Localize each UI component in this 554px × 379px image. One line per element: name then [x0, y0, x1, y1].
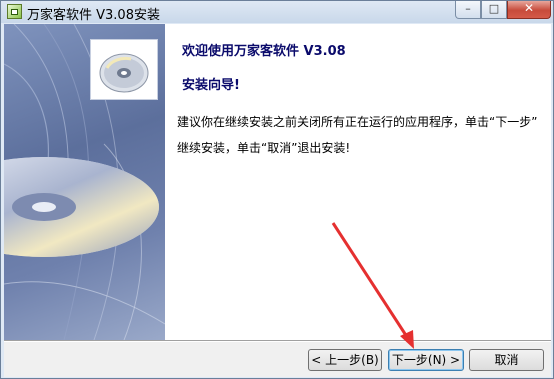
close-icon: ✕ [523, 1, 535, 15]
welcome-title: 欢迎使用万家客软件 V3.08 [182, 44, 346, 59]
title-bar[interactable]: 万家客软件 V3.08安装 – □ ✕ [1, 1, 553, 23]
window-title: 万家客软件 V3.08安装 [27, 8, 160, 23]
close-button[interactable]: ✕ [507, 1, 551, 19]
next-button[interactable]: 下一步(N) > [388, 349, 464, 371]
wizard-side-banner [4, 24, 165, 340]
cd-thumbnail [90, 39, 158, 100]
app-icon [7, 4, 22, 19]
window-controls: – □ ✕ [455, 1, 551, 20]
welcome-subtitle: 安装向导! [182, 78, 240, 93]
banner-separator [165, 24, 167, 340]
installer-window: 万家客软件 V3.08安装 – □ ✕ 欢迎使用万家客软件 V3.08 安装向导… [0, 0, 554, 379]
maximize-icon: □ [488, 2, 500, 15]
cancel-button[interactable]: 取消 [469, 349, 544, 371]
instructions-line: 建议你在继续安装之前关闭所有正在运行的应用程序，单击“下一步” [177, 115, 538, 129]
minimize-button[interactable]: – [455, 1, 481, 19]
maximize-button[interactable]: □ [481, 1, 507, 19]
button-bar: < 上一步(B) 下一步(N) > 取消 [4, 342, 551, 377]
instructions-line: 继续安装，单击“取消”退出安装! [177, 141, 351, 155]
instructions-text: 建议你在继续安装之前关闭所有正在运行的应用程序，单击“下一步” 继续安装，单击“… [177, 109, 547, 161]
wizard-content: 欢迎使用万家客软件 V3.08 安装向导! 建议你在继续安装之前关闭所有正在运行… [4, 24, 551, 340]
cd-icon [99, 53, 149, 93]
back-button[interactable]: < 上一步(B) [308, 349, 382, 371]
minimize-icon: – [465, 2, 471, 15]
